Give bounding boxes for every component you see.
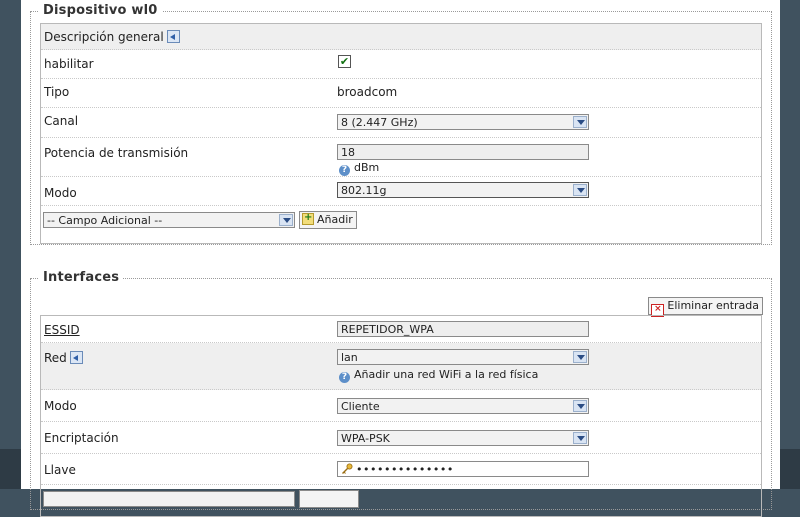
chevron-down-icon: [573, 116, 587, 128]
enable-label: habilitar: [44, 57, 94, 71]
key-row: Llave ••••••••••••••: [41, 454, 761, 485]
interfaces-section: ESSID REPETIDOR_WPA Red lan ? Añadir una …: [40, 315, 762, 517]
extra-field-row: -- Campo Adicional -- Añadir: [41, 206, 761, 242]
delete-entry-button[interactable]: × Eliminar entrada: [648, 297, 763, 317]
mode-select[interactable]: 802.11g: [337, 182, 589, 198]
enable-row: habilitar ✔: [41, 50, 761, 79]
key-input[interactable]: ••••••••••••••: [337, 461, 589, 477]
chevron-down-icon: [573, 184, 587, 196]
channel-label: Canal: [44, 114, 79, 128]
type-row: Tipo broadcom: [41, 79, 761, 108]
network-label: Red: [44, 351, 83, 365]
back-arrow-icon[interactable]: [166, 30, 180, 43]
add-button[interactable]: Añadir: [299, 210, 357, 229]
type-label: Tipo: [44, 85, 70, 99]
encryption-select[interactable]: WPA-PSK: [337, 430, 589, 446]
power-row: Potencia de transmisión 18 ? dBm: [41, 138, 761, 177]
extra-field-select[interactable]: -- Campo Adicional --: [43, 212, 295, 228]
essid-label: ESSID: [44, 323, 80, 337]
key-label: Llave: [44, 463, 76, 477]
background-left: [0, 449, 21, 489]
device-legend: Dispositivo wl0: [39, 3, 162, 18]
type-value: broadcom: [337, 85, 398, 99]
power-input[interactable]: 18: [337, 144, 589, 160]
encryption-row: Encriptación WPA-PSK: [41, 422, 761, 454]
chevron-down-icon: [279, 214, 293, 226]
device-section: Descripción general habilitar ✔ Tipo bro…: [40, 23, 762, 244]
extra-field-select-2[interactable]: [43, 491, 295, 507]
help-icon: ?: [339, 372, 350, 383]
network-select[interactable]: lan: [337, 349, 589, 365]
encryption-label: Encriptación: [44, 431, 119, 445]
if-mode-select[interactable]: Cliente: [337, 398, 589, 414]
if-mode-row: Modo Cliente: [41, 390, 761, 422]
interfaces-fieldset: Interfaces × Eliminar entrada ESSID REPET…: [30, 270, 772, 517]
next-row: [41, 485, 761, 515]
channel-row: Canal 8 (2.447 GHz): [41, 108, 761, 138]
mode-label: Modo: [44, 186, 77, 200]
device-fieldset: Dispositivo wl0 Descripción general habi…: [30, 3, 772, 245]
add-icon: [302, 210, 314, 226]
chevron-down-icon: [573, 432, 587, 444]
back-arrow-icon[interactable]: [69, 351, 83, 364]
channel-select[interactable]: 8 (2.447 GHz): [337, 114, 589, 130]
network-row: Red lan ? Añadir una red WiFi a la red fí…: [41, 343, 761, 390]
power-label: Potencia de transmisión: [44, 146, 189, 160]
essid-input[interactable]: REPETIDOR_WPA: [337, 321, 589, 337]
general-row: Descripción general: [41, 24, 761, 50]
essid-row: ESSID REPETIDOR_WPA: [41, 316, 761, 343]
interfaces-legend: Interfaces: [39, 270, 124, 285]
chevron-down-icon: [573, 400, 587, 412]
config-panel: Dispositivo wl0 Descripción general habi…: [21, 0, 780, 517]
help-icon: ?: [339, 165, 350, 176]
background-right: [780, 449, 800, 489]
key-icon: [342, 463, 353, 474]
chevron-down-icon: [573, 351, 587, 363]
if-mode-label: Modo: [44, 399, 77, 413]
add-button-2[interactable]: [299, 490, 359, 508]
general-label: Descripción general: [44, 30, 180, 44]
enable-checkbox[interactable]: ✔: [338, 55, 351, 68]
network-hint: ? Añadir una red WiFi a la red física: [339, 368, 538, 383]
power-unit-hint: ? dBm: [339, 161, 379, 176]
mode-row: Modo 802.11g: [41, 177, 761, 206]
